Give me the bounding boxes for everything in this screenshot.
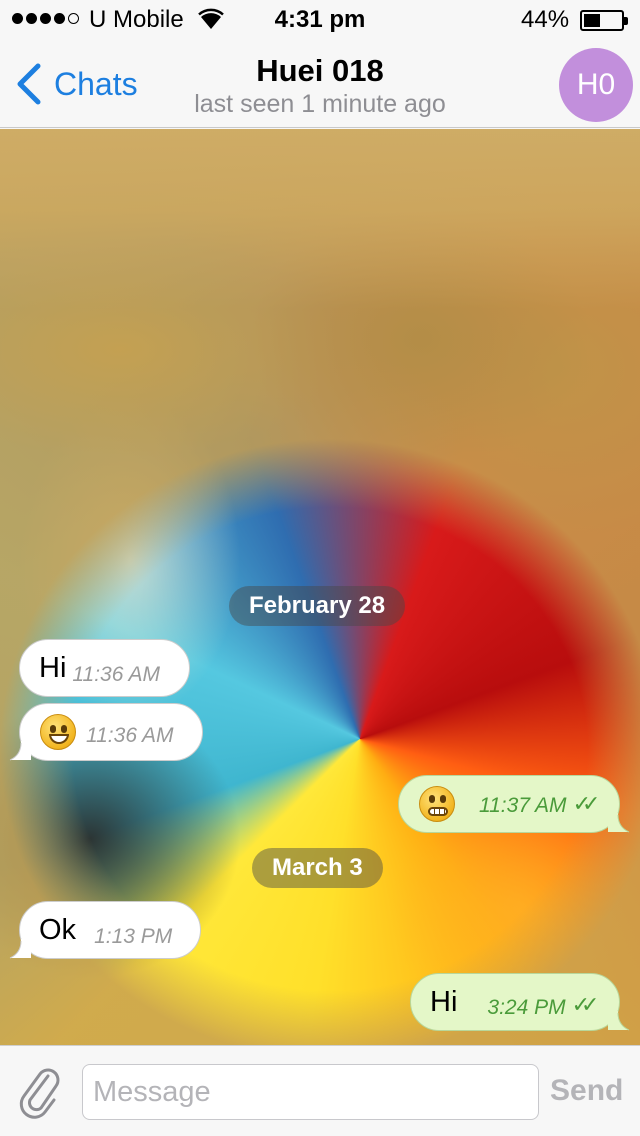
message-text: Ok [39,913,77,946]
message-time: 1:13 PM [94,925,173,948]
date-separator: March 3 [252,848,383,888]
battery-icon [580,10,628,31]
message-time: 11:37 AM [479,794,567,817]
message-text: Hi [430,985,458,1018]
bubble-tail [9,939,31,959]
status-bar: U Mobile 4:31 pm 44% [0,0,640,40]
contact-avatar[interactable]: H0 [559,48,633,122]
bubble-tail [9,741,31,761]
navigation-bar: Chats Huei 018 last seen 1 minute ago H0 [0,40,640,128]
carrier-name: U Mobile [89,6,184,33]
bubble-tail [608,813,630,833]
date-separator: February 28 [229,586,406,626]
signal-strength-icon [12,13,79,24]
message-time: 11:36 AM [72,663,160,686]
grinning-face-emoji-icon [40,714,76,750]
contact-name: Huei 018 [256,53,384,88]
date-separator-label: March 3 [272,854,363,881]
avatar-initials: H0 [576,68,616,101]
message-time: 3:24 PM [487,996,566,1019]
wifi-icon [198,8,224,29]
message-input-bar: Send [0,1045,640,1136]
chat-messages-area[interactable]: February 28 Hi 11:36 AM 11:36 AM 11:37 A… [0,129,640,1045]
message-bubble-incoming[interactable]: 11:36 AM [9,703,203,761]
message-bubble-outgoing[interactable]: 11:37 AM ✓✓ [398,775,630,833]
message-text: Hi [39,651,67,684]
battery-fill [584,14,600,27]
message-input[interactable] [82,1064,539,1120]
grimacing-face-emoji-icon [419,786,455,822]
read-double-check-icon: ✓✓ [571,992,600,1017]
last-seen-status: last seen 1 minute ago [194,90,446,118]
read-double-check-icon: ✓✓ [572,791,601,816]
bubble-tail [608,1011,630,1031]
message-bubble-incoming[interactable]: Ok 1:13 PM [9,901,201,959]
battery-percentage: 44% [521,6,570,33]
send-button[interactable]: Send [550,1074,623,1108]
message-time: 11:36 AM [86,724,174,747]
message-bubble-incoming[interactable]: Hi 11:36 AM [19,639,190,697]
paperclip-icon[interactable] [18,1064,62,1120]
message-bubble-outgoing[interactable]: Hi 3:24 PM ✓✓ [410,973,630,1031]
date-separator-label: February 28 [249,592,386,619]
